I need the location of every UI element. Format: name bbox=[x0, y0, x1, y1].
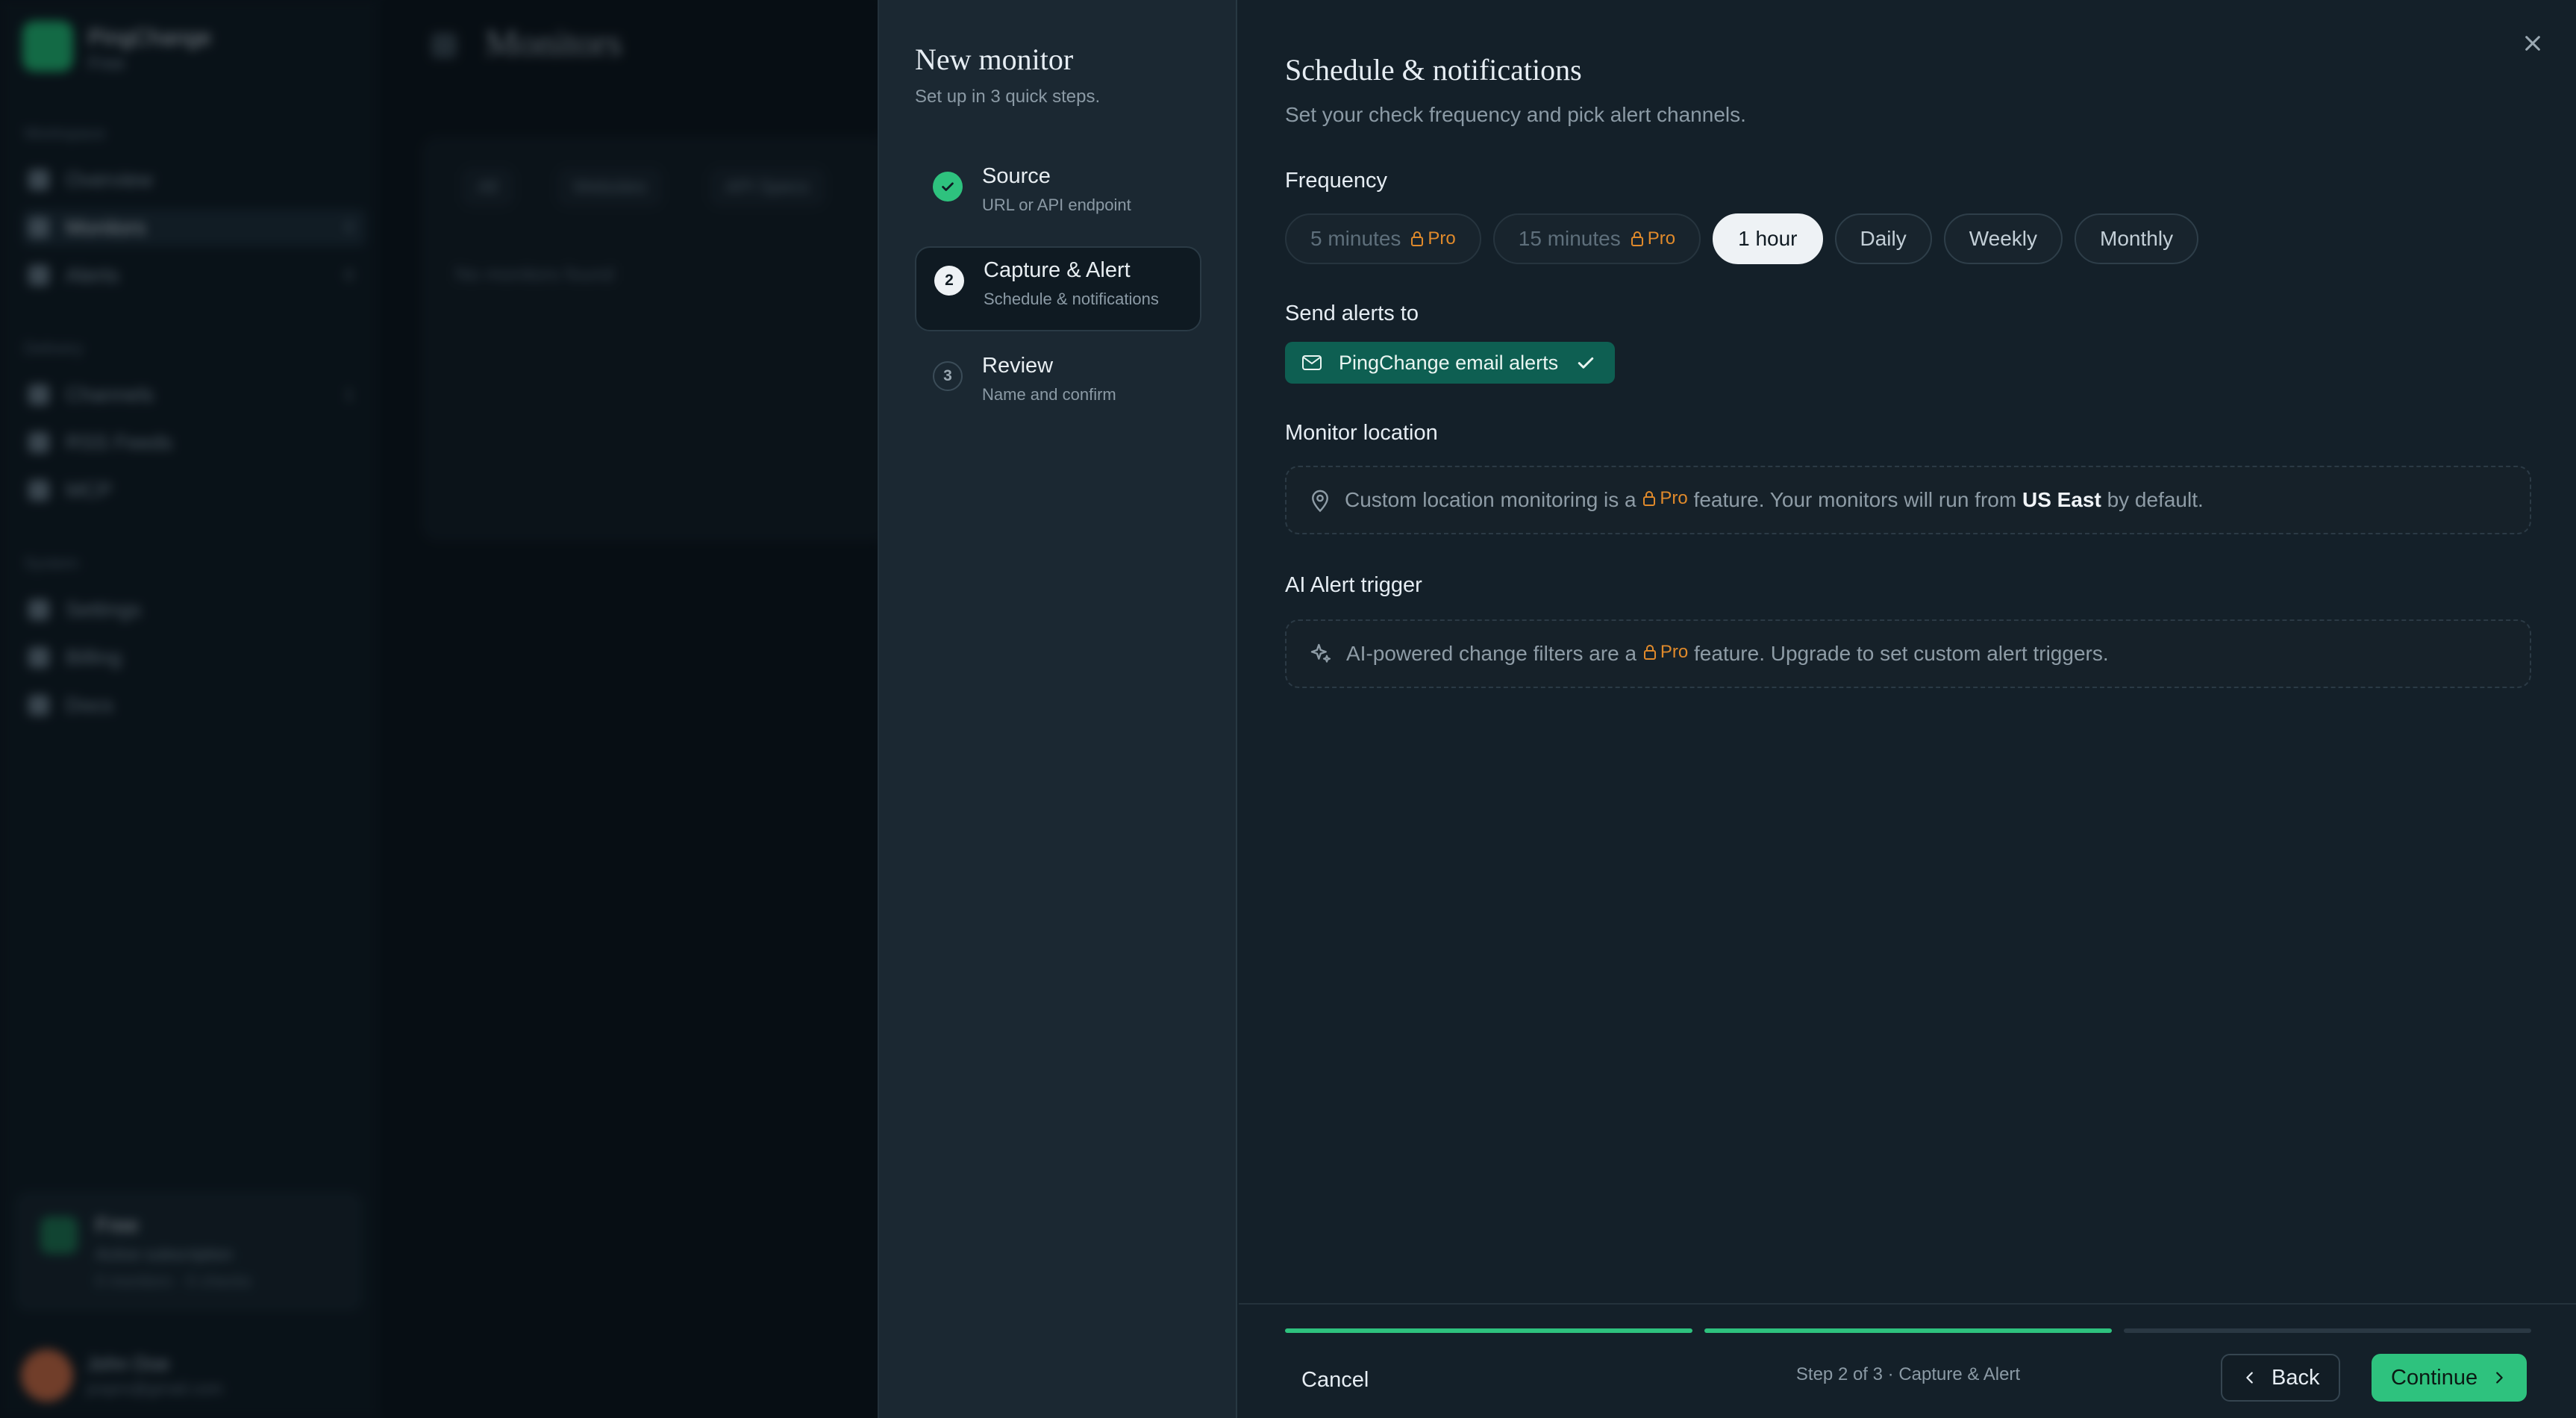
location-info: Custom location monitoring is a Pro feat… bbox=[1285, 466, 2531, 534]
chevron-right-icon bbox=[2496, 1372, 2503, 1384]
progress-segment-2 bbox=[1704, 1328, 2112, 1333]
step-subtitle: Schedule & notifications bbox=[984, 290, 1159, 308]
step-review[interactable]: 3 Review Name and confirm bbox=[915, 343, 1201, 428]
new-monitor-modal: New monitor Set up in 3 quick steps. Sou… bbox=[878, 0, 2576, 1418]
pro-badge: Pro bbox=[1630, 228, 1675, 249]
frequency-1-hour[interactable]: 1 hour bbox=[1713, 213, 1823, 264]
map-pin-icon bbox=[1312, 490, 1328, 513]
progress-segment-1 bbox=[1285, 1328, 1692, 1333]
pro-badge: Pro bbox=[1410, 228, 1456, 249]
check-icon bbox=[1578, 357, 1594, 369]
modal-title: New monitor bbox=[915, 43, 1074, 76]
check-icon bbox=[933, 172, 963, 202]
section-subtitle: Set your check frequency and pick alert … bbox=[1285, 103, 1746, 126]
modal-subtitle: Set up in 3 quick steps. bbox=[915, 87, 1101, 107]
channel-label: PingChange email alerts bbox=[1339, 351, 1559, 374]
frequency-monthly[interactable]: Monthly bbox=[2075, 213, 2199, 264]
step-number: 2 bbox=[934, 266, 964, 296]
step-subtitle: Name and confirm bbox=[982, 385, 1116, 404]
step-title: Source bbox=[982, 164, 1051, 188]
lock-icon bbox=[1643, 645, 1656, 660]
step-source[interactable]: Source URL or API endpoint bbox=[915, 154, 1201, 239]
step-title: Review bbox=[982, 354, 1054, 378]
modal-footer: Cancel Step 2 of 3 · Capture & Alert Bac… bbox=[1239, 1303, 2576, 1418]
frequency-weekly[interactable]: Weekly bbox=[1943, 213, 2063, 264]
frequency-label: Frequency bbox=[1285, 169, 1388, 193]
lock-icon bbox=[1411, 231, 1424, 246]
continue-button[interactable]: Continue bbox=[2372, 1354, 2527, 1402]
frequency-5-minutes[interactable]: 5 minutes Pro bbox=[1285, 213, 1481, 264]
frequency-options: 5 minutes Pro 15 minutes Pro 1 hour Dail… bbox=[1285, 213, 2199, 264]
alerts-label: Send alerts to bbox=[1285, 302, 1419, 325]
frequency-daily[interactable]: Daily bbox=[1834, 213, 1932, 264]
email-alert-channel[interactable]: PingChange email alerts bbox=[1285, 342, 1616, 384]
step-subtitle: URL or API endpoint bbox=[982, 196, 1131, 214]
ai-trigger-label: AI Alert trigger bbox=[1285, 573, 1422, 597]
sparkles-icon bbox=[1310, 643, 1331, 663]
section-title: Schedule & notifications bbox=[1285, 53, 1582, 87]
back-button[interactable]: Back bbox=[2221, 1354, 2341, 1402]
region-name: US East bbox=[2022, 488, 2101, 511]
progress-segment-3 bbox=[2124, 1328, 2531, 1333]
location-label: Monitor location bbox=[1285, 421, 1438, 445]
step-title: Capture & Alert bbox=[984, 258, 1131, 282]
lock-icon bbox=[1643, 491, 1656, 506]
step-number: 3 bbox=[933, 361, 963, 391]
mail-icon bbox=[1302, 355, 1322, 370]
lock-icon bbox=[1631, 231, 1643, 246]
frequency-15-minutes[interactable]: 15 minutes Pro bbox=[1492, 213, 1701, 264]
ai-trigger-info: AI-powered change filters are a Pro feat… bbox=[1285, 619, 2531, 688]
close-icon[interactable] bbox=[2518, 28, 2548, 58]
chevron-left-icon bbox=[2246, 1372, 2253, 1384]
step-capture-alert[interactable]: 2 Capture & Alert Schedule & notificatio… bbox=[915, 246, 1201, 331]
pro-badge: Pro bbox=[1642, 488, 1688, 509]
step-content: Schedule & notifications Set your check … bbox=[1239, 0, 2576, 1418]
steps-panel: New monitor Set up in 3 quick steps. Sou… bbox=[879, 0, 1237, 1418]
pro-badge: Pro bbox=[1642, 642, 1688, 663]
